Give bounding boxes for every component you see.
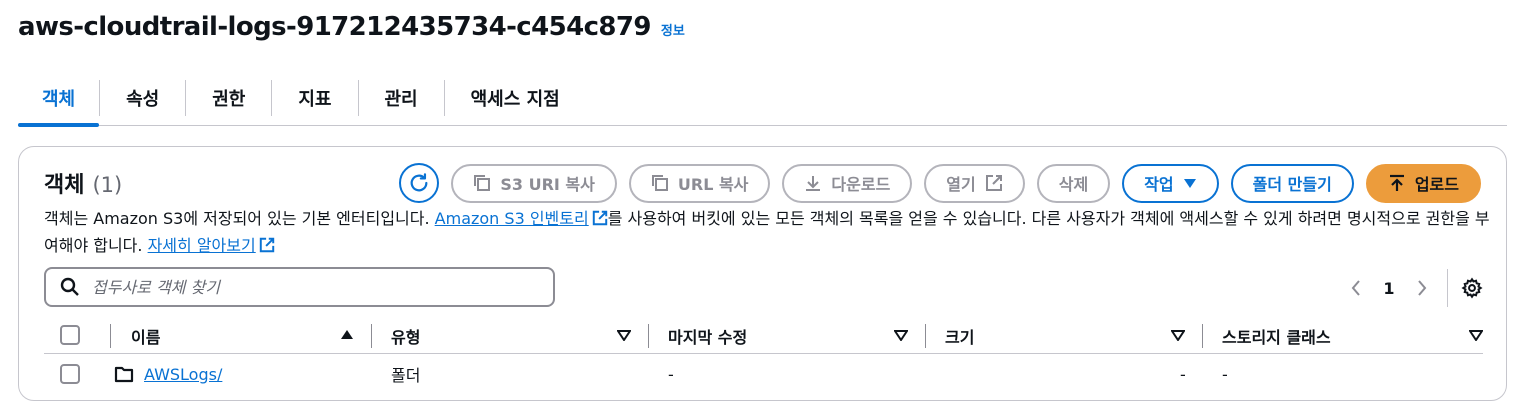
next-page-button[interactable] <box>1407 279 1437 297</box>
page-number[interactable]: 1 <box>1371 279 1407 298</box>
column-divider <box>648 324 649 348</box>
column-divider <box>1202 324 1203 348</box>
object-count: (1) <box>92 173 123 197</box>
copy-url-label: URL 복사 <box>677 175 749 194</box>
external-link-icon <box>259 237 274 253</box>
table-row[interactable]: AWSLogs/ 폴더 - - - <box>44 354 1483 394</box>
row-checkbox[interactable] <box>60 364 80 384</box>
tab-properties[interactable]: 속성 <box>100 70 185 125</box>
folder-icon <box>114 366 134 383</box>
last-modified-cell: - <box>668 364 674 384</box>
prev-page-button[interactable] <box>1341 279 1371 297</box>
download-icon <box>806 176 821 191</box>
tab-bar: 객체 속성 권한 지표 관리 액세스 지점 <box>18 70 1507 127</box>
column-header-name[interactable]: 이름 <box>131 317 354 354</box>
inventory-link[interactable]: Amazon S3 인벤토리 <box>435 209 608 228</box>
sort-icon <box>894 330 908 341</box>
delete-label: 삭제 <box>1058 175 1089 194</box>
preferences-button[interactable] <box>1460 277 1484 299</box>
copy-s3-uri-label: S3 URI 복사 <box>500 175 595 194</box>
panel-title: 객체 <box>44 173 85 198</box>
page-title: aws-cloudtrail-logs-917212435734-c454c87… <box>18 12 651 42</box>
tab-access-points[interactable]: 액세스 지점 <box>445 70 586 125</box>
name-cell: AWSLogs/ <box>114 354 222 394</box>
search-input[interactable] <box>92 277 532 297</box>
page-header: aws-cloudtrail-logs-917212435734-c454c87… <box>18 12 685 42</box>
copy-icon <box>474 175 491 191</box>
actions-label: 작업 <box>1144 175 1174 194</box>
upload-label: 업로드 <box>1414 175 1459 194</box>
pagination: 1 <box>1341 269 1484 307</box>
learn-more-label: 자세히 알아보기 <box>147 236 256 255</box>
column-header-storage-class[interactable]: 스토리지 클래스 <box>1222 317 1483 354</box>
upload-button[interactable]: 업로드 <box>1365 163 1481 203</box>
description-text: 객체는 Amazon S3에 저장되어 있는 기본 엔터티입니다. <box>44 209 435 228</box>
column-divider <box>925 324 926 348</box>
sort-icon <box>1469 330 1483 341</box>
external-link-icon <box>985 175 1002 191</box>
upload-icon <box>1389 174 1404 191</box>
action-toolbar: S3 URI 복사 URL 복사 다운로드 열기 삭제 작업 폴더 만들기 업로… <box>399 163 1481 203</box>
chevron-right-icon <box>1418 280 1427 296</box>
column-size-label: 크기 <box>945 327 975 347</box>
select-all-checkbox[interactable] <box>60 325 80 345</box>
actions-dropdown[interactable]: 작업 <box>1122 163 1219 203</box>
table-header: 이름 유형 마지막 수정 크기 스토리지 클래스 <box>44 317 1483 354</box>
storage-class-cell: - <box>1222 364 1228 384</box>
column-storage-class-label: 스토리지 클래스 <box>1222 327 1331 347</box>
tab-permissions[interactable]: 권한 <box>186 70 271 125</box>
refresh-icon <box>410 173 428 192</box>
column-header-size[interactable]: 크기 <box>945 317 1185 354</box>
search-box <box>44 267 555 307</box>
delete-button[interactable]: 삭제 <box>1036 163 1111 203</box>
create-folder-button[interactable]: 폴더 만들기 <box>1230 163 1354 203</box>
chevron-left-icon <box>1351 280 1360 296</box>
tab-objects[interactable]: 객체 <box>18 70 100 127</box>
column-divider <box>371 324 372 348</box>
column-divider <box>110 324 111 348</box>
pagination-divider <box>1447 269 1448 307</box>
copy-s3-uri-button[interactable]: S3 URI 복사 <box>451 163 617 203</box>
column-last-modified-label: 마지막 수정 <box>668 327 748 347</box>
external-link-icon <box>592 210 607 226</box>
open-label: 열기 <box>946 175 976 194</box>
download-label: 다운로드 <box>831 175 891 194</box>
inventory-link-label: Amazon S3 인벤토리 <box>434 209 589 228</box>
copy-icon <box>651 175 668 191</box>
refresh-button[interactable] <box>399 163 440 203</box>
size-cell: - <box>1180 364 1186 384</box>
sort-ascending-icon <box>341 330 353 339</box>
sort-icon <box>617 330 631 341</box>
info-link[interactable]: 정보 <box>661 20 685 39</box>
learn-more-link[interactable]: 자세히 알아보기 <box>148 236 275 255</box>
gear-icon <box>1461 277 1483 299</box>
column-header-type[interactable]: 유형 <box>391 317 631 354</box>
column-type-label: 유형 <box>391 327 421 347</box>
type-cell: 폴더 <box>391 366 421 385</box>
create-folder-label: 폴더 만들기 <box>1252 175 1332 194</box>
objects-panel: 객체 (1) S3 URI 복사 URL 복사 다운로드 열기 삭제 작업 폴더… <box>18 146 1507 401</box>
copy-url-button[interactable]: URL 복사 <box>628 163 771 203</box>
tab-management[interactable]: 관리 <box>359 70 444 125</box>
object-name-link[interactable]: AWSLogs/ <box>144 365 222 384</box>
open-button[interactable]: 열기 <box>924 163 1025 203</box>
download-button[interactable]: 다운로드 <box>782 163 913 203</box>
panel-header: 객체 (1) <box>44 167 122 199</box>
search-icon <box>60 277 79 296</box>
objects-table: 이름 유형 마지막 수정 크기 스토리지 클래스 AWSLogs/ 폴더 - -… <box>44 317 1483 394</box>
sort-icon <box>1171 330 1185 341</box>
caret-down-icon <box>1183 179 1196 188</box>
column-header-last-modified[interactable]: 마지막 수정 <box>668 317 908 354</box>
column-name-label: 이름 <box>131 327 161 347</box>
panel-description: 객체는 Amazon S3에 저장되어 있는 기본 엔터티입니다. Amazon… <box>44 205 1494 259</box>
tab-metrics[interactable]: 지표 <box>272 70 357 125</box>
